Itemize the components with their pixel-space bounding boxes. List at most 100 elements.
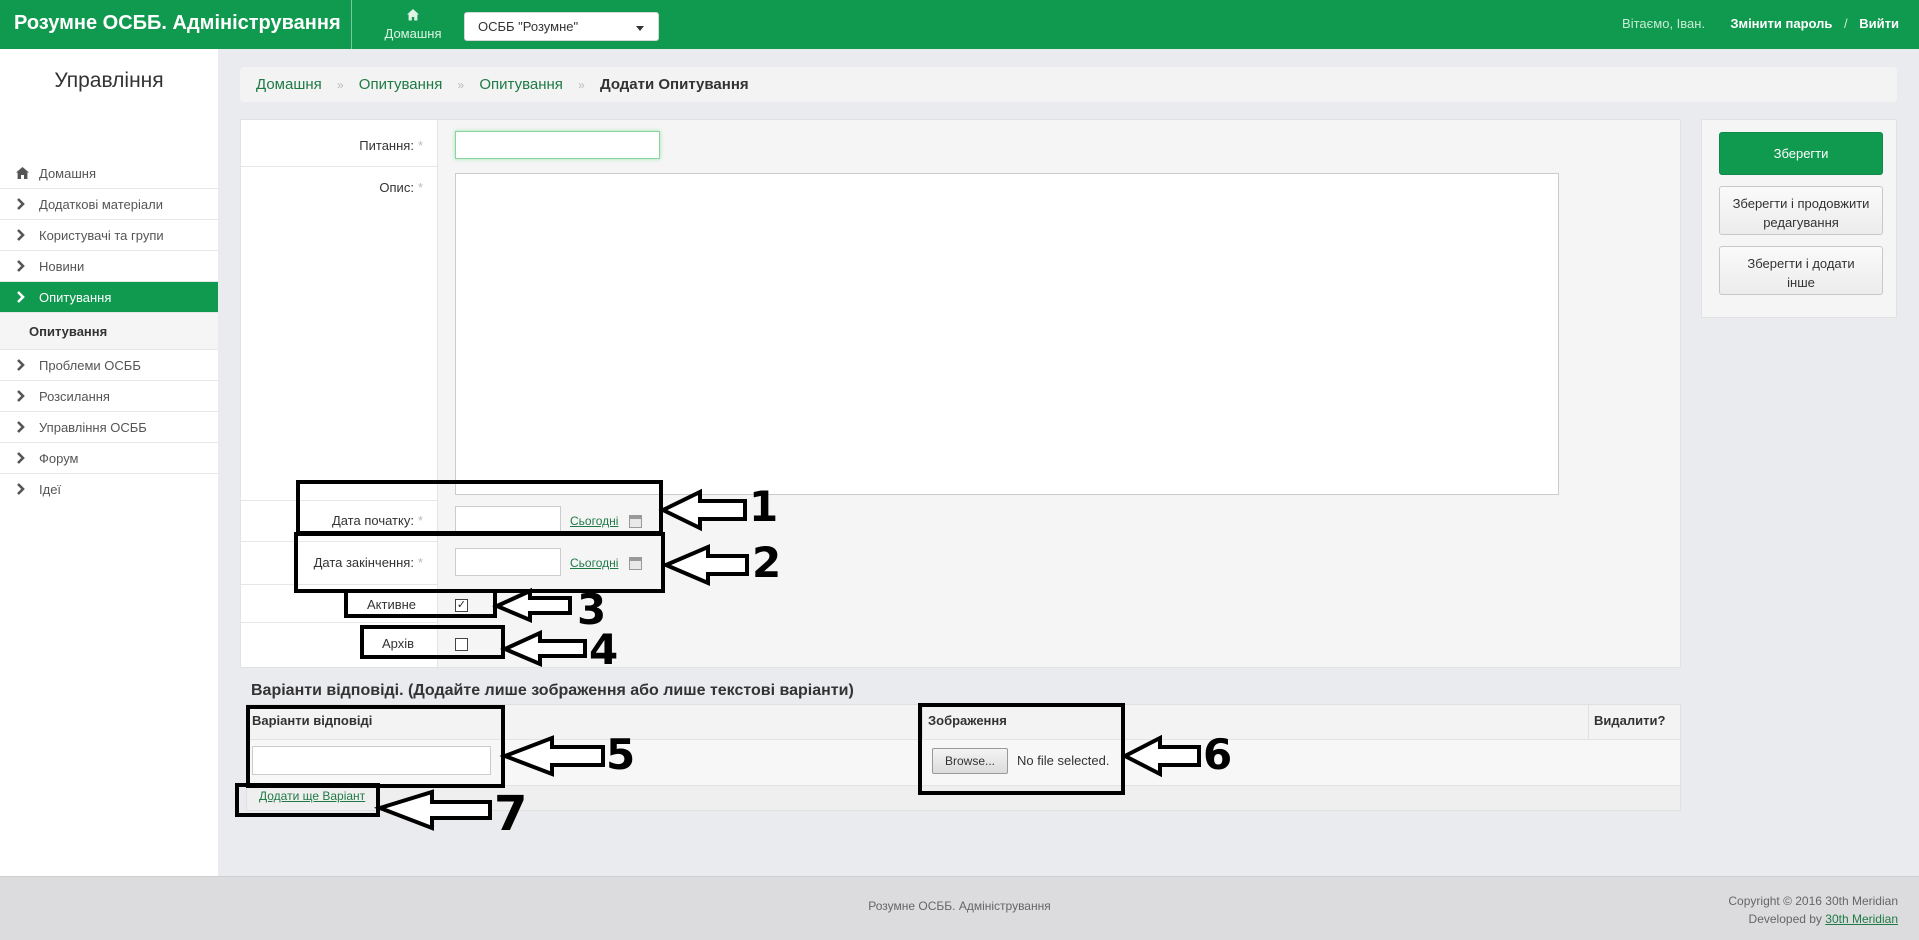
sidebar-item-mailing[interactable]: Розсилання [0,381,218,412]
footer-credits: Copyright © 2016 30th Meridian Developed… [1728,892,1898,928]
breadcrumb-divider: » [336,78,344,92]
chevron-right-icon [16,452,28,464]
chevron-right-icon [16,390,28,402]
annotation-number: 2 [752,538,782,587]
question-label: Питання: * [359,138,423,153]
footer: Розумне ОСББ. Адміністрування Copyright … [0,876,1919,940]
breadcrumb-polls-app[interactable]: Опитування [359,76,443,93]
sidebar-item-polls[interactable]: Опитування [0,282,218,313]
sidebar-item-forum[interactable]: Форум [0,443,218,474]
top-navbar: Розумне ОСББ. Адміністрування Домашня ОС… [0,0,1919,49]
calendar-icon[interactable] [629,557,642,570]
start-date-input[interactable] [455,506,561,534]
annotation-number: 6 [1203,730,1233,779]
chevron-right-icon [16,198,28,210]
home-nav-link[interactable]: Домашня [378,8,448,41]
start-date-label: Дата початку: * [331,513,423,528]
breadcrumb-polls[interactable]: Опитування [479,76,563,93]
sidebar-item-users[interactable]: Користувачі та групи [0,220,218,251]
row-divider [241,584,437,585]
breadcrumb-divider: » [457,78,465,92]
sidebar-item-label: Управління ОСББ [39,420,147,435]
footer-title: Розумне ОСББ. Адміністрування [868,899,1051,913]
org-select-value: ОСББ "Розумне" [478,19,579,34]
sidebar-item-label: Користувачі та групи [39,228,164,243]
active-checkbox[interactable]: ✓ [455,599,468,612]
annotation-number: 5 [606,730,636,779]
chevron-right-icon [16,359,28,371]
row-divider [241,166,437,167]
breadcrumb-home[interactable]: Домашня [256,76,322,93]
sidebar-item-label: Проблеми ОСББ [39,358,141,373]
actions-panel: Зберегти Зберегти і продовжити редагуван… [1701,119,1897,318]
calendar-icon[interactable] [629,515,642,528]
archive-checkbox[interactable] [455,638,468,651]
archive-label: Архів [382,636,415,651]
navbar-divider [351,0,352,49]
change-password-link[interactable]: Змінити пароль [1730,16,1832,31]
sidebar-subitem-label: Опитування [29,324,108,339]
sidebar-item-home[interactable]: Домашня [0,158,218,189]
col-delete-header: Видалити? [1589,705,1680,739]
description-label: Опис: * [379,180,423,195]
chevron-right-icon [16,291,28,303]
sidebar-menu: Домашня Додаткові матеріали Користувачі … [0,158,218,505]
col-answer-header: Варіанти відповіді [247,705,923,739]
end-date-today-link[interactable]: Сьогодні [570,556,618,570]
chevron-right-icon [16,483,28,495]
save-button[interactable]: Зберегти [1719,132,1883,175]
greeting-text: Вітаємо, Іван. [1622,16,1706,31]
add-variant-link[interactable]: Додати ще Варіант [259,789,365,803]
sidebar-subitem-polls[interactable]: Опитування [0,313,218,350]
table-row: Browse... No file selected. [247,739,1680,786]
sidebar-item-management[interactable]: Управління ОСББ [0,412,218,443]
browse-button[interactable]: Browse... [932,748,1008,774]
poll-form: Питання: * Опис: * Дата початку: * Дата зак… [240,119,1681,668]
row-divider [241,500,437,501]
annotation-number: 4 [589,625,619,674]
home-nav-label: Домашня [384,26,442,41]
end-date-label: Дата закінчення: * [313,555,423,570]
question-input[interactable] [455,131,660,159]
user-links: Вітаємо, Іван. Змінити пароль / Вийти [1622,16,1899,31]
breadcrumb: Домашня » Опитування » Опитування » Дода… [240,67,1897,102]
home-icon [378,8,448,26]
save-continue-button[interactable]: Зберегти і продовжити редагування [1719,186,1883,235]
answer-variant-input[interactable] [252,746,491,775]
sidebar-title: Управління [54,69,164,92]
chevron-right-icon [16,421,28,433]
active-label: Активне [367,597,417,612]
sidebar-item-label: Форум [39,451,79,466]
developer-link[interactable]: 30th Meridian [1825,912,1898,926]
caret-down-icon [636,26,644,31]
row-divider [241,622,437,623]
end-date-input[interactable] [455,548,561,576]
sidebar-item-label: Ідеї [39,482,62,497]
sidebar-item-label: Розсилання [39,389,110,404]
col-image-header: Зображення [923,705,1589,739]
sidebar-item-news[interactable]: Новини [0,251,218,282]
variants-title: Варіанти відповіді. (Додайте лише зображ… [251,682,854,699]
variants-table: Варіанти відповіді Зображення Видалити? … [246,704,1681,811]
logout-link[interactable]: Вийти [1859,16,1899,31]
breadcrumb-current: Додати Опитування [599,76,749,93]
annotation-number: 7 [494,786,528,842]
developed-by-text: Developed by [1748,912,1822,926]
sidebar-item-label: Новини [39,259,85,274]
sidebar-item-label: Опитування [39,290,112,305]
sidebar-item-materials[interactable]: Додаткові матеріали [0,189,218,220]
org-select[interactable]: ОСББ "Розумне" [464,12,659,41]
description-textarea[interactable] [455,173,1559,495]
row-divider [241,541,437,542]
sidebar: Управління Домашня Додаткові матеріали К… [0,49,218,876]
sidebar-item-label: Домашня [39,166,96,181]
sidebar-item-problems[interactable]: Проблеми ОСББ [0,350,218,381]
annotation-number: 1 [749,482,779,531]
save-add-another-button[interactable]: Зберегти і додати інше [1719,246,1883,295]
link-separator: / [1844,16,1848,31]
brand-title[interactable]: Розумне ОСББ. Адміністрування [14,12,341,35]
sidebar-item-ideas[interactable]: Ідеї [0,474,218,505]
start-date-today-link[interactable]: Сьогодні [570,514,618,528]
breadcrumb-divider: » [578,78,585,92]
form-label-column: Питання: * Опис: * Дата початку: * Дата зак… [241,120,438,667]
